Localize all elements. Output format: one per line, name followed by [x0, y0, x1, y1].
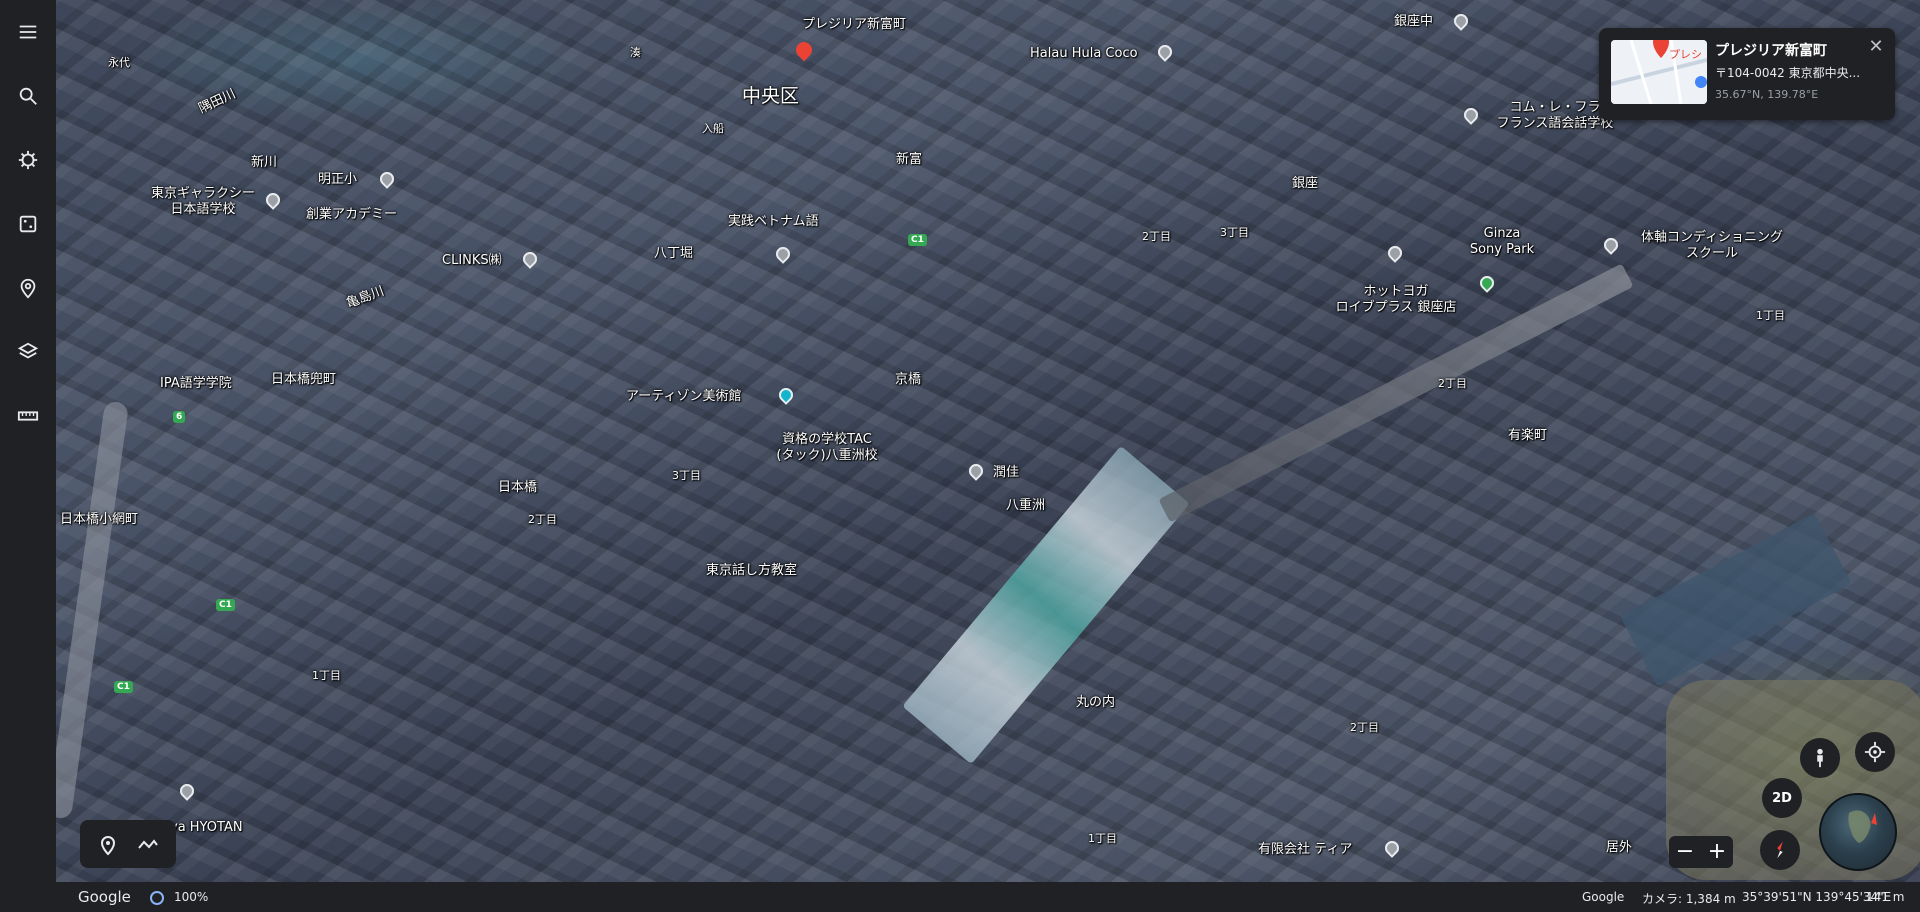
search-button[interactable] [0, 64, 56, 128]
label-3chome-b: 3丁目 [1220, 226, 1249, 239]
random-button[interactable] [0, 192, 56, 256]
location-icon-wrap [1855, 732, 1895, 772]
compass-button[interactable] [1760, 830, 1800, 870]
crosshair-icon [1864, 741, 1886, 763]
loading-indicator-icon [150, 891, 164, 905]
google-logo: Google [78, 888, 131, 906]
label-2chome-d: 2丁目 [1438, 377, 1467, 390]
path-icon [138, 839, 158, 849]
projects-button[interactable] [0, 256, 56, 320]
globe-icon [1819, 793, 1897, 871]
ground-altitude: 141 m [1866, 890, 1905, 904]
pegman-icon-wrap [1800, 738, 1840, 778]
label-1chome-c: 1丁目 [1756, 309, 1785, 322]
label-nihonbashi: 日本橋 [498, 480, 538, 495]
camera-altitude: カメラ: 1,384 m [1642, 892, 1736, 906]
label-soshin: 創業アカデミー [306, 207, 398, 222]
pegman-button[interactable] [1800, 738, 1840, 778]
placemark-icon [100, 836, 116, 856]
label-nihonbashi-kabutocho: 日本橋兜町 [271, 372, 337, 387]
globe-overview[interactable] [1819, 793, 1897, 871]
my-location-button[interactable] [1855, 732, 1895, 772]
route-6-shield: 6 [173, 411, 186, 423]
draw-line-button[interactable] [136, 832, 160, 856]
city-texture [56, 0, 1920, 882]
drawing-tools-panel [80, 820, 176, 868]
label-ginza: 銀座 [1292, 176, 1319, 191]
route-c1-shield: C1 [114, 681, 133, 693]
toggle-2d-button[interactable]: 2D [1762, 778, 1802, 818]
label-yaesu: 八重洲 [1006, 498, 1046, 513]
label-kyobashi: 京橋 [895, 372, 922, 387]
label-yurakucho: 有楽町 [1508, 428, 1548, 443]
voyager-button[interactable] [0, 128, 56, 192]
search-icon [19, 87, 37, 105]
label-tokyo-hanashikata: 東京話し方教室 [706, 563, 798, 578]
place-address: 〒104-0042 東京都中央... [1715, 66, 1861, 80]
menu-button[interactable] [0, 0, 56, 64]
label-hatchobori: 八丁堀 [654, 246, 694, 261]
label-irifune: 入船 [702, 122, 724, 135]
place-coordinates: 35.67°N, 139.78°E [1715, 88, 1819, 101]
add-placemark-button[interactable] [96, 832, 120, 856]
label-2chome-b: 2丁目 [1350, 721, 1379, 734]
label-meishosho: 明正小 [318, 172, 358, 187]
label-ipa: IPA語学学院 [160, 376, 232, 391]
label-hyotan: ya HYOTAN [170, 820, 243, 835]
ruler-icon [17, 411, 39, 421]
menu-icon [19, 25, 37, 39]
label-tiara: 有限会社 ティア [1258, 842, 1353, 857]
close-icon[interactable]: ✕ [1867, 38, 1885, 56]
route-c1-shield: C1 [216, 599, 235, 611]
label-ginza-naka: 銀座中 [1394, 14, 1434, 29]
label-1chome-b: 1丁目 [1088, 832, 1117, 845]
label-jissen-vietnam: 実践ベトナム語 [728, 214, 819, 229]
measure-button[interactable] [0, 384, 56, 448]
zoom-controls: − + [1669, 836, 1733, 868]
label-minato: 湊 [630, 46, 641, 59]
map-style-button[interactable] [0, 320, 56, 384]
label-artizon: アーティゾン美術館 [626, 389, 742, 404]
label-kyogai: 居外 [1606, 840, 1633, 855]
label-shintomi: 新富 [896, 152, 923, 167]
loading-percent: 100% [174, 890, 209, 904]
label-3chome: 3丁目 [672, 469, 701, 482]
label-clinks: CLINKS㈱ [442, 253, 502, 268]
dice-icon [19, 215, 37, 233]
label-2chome-a: 2丁目 [528, 513, 557, 526]
pegman-icon [1817, 748, 1823, 768]
label-ginza-sony: Ginza Sony Park [1469, 226, 1535, 257]
location-pin-icon [20, 278, 36, 299]
label-junka: 潤佳 [993, 465, 1020, 480]
label-chuo-ku: 中央区 [742, 85, 800, 107]
label-marunouchi: 丸の内 [1076, 695, 1116, 710]
label-halau: Halau Hula Coco [1030, 46, 1138, 61]
map-3d-view[interactable]: プレジリア新富町 永代 隅田川 湊 新川 明正小 東京ギャラクシー 日本語学校 創… [56, 0, 1920, 882]
zoom-in-button[interactable]: + [1703, 839, 1731, 865]
route-c1-shield: C1 [908, 234, 927, 246]
toggle-2d-label: 2D [1762, 778, 1802, 818]
label-selected-pin: プレジリア新富町 [802, 17, 907, 32]
place-title: プレジリア新富町 [1715, 43, 1827, 59]
label-tokyo-galaxy: 東京ギャラクシー 日本語学校 [150, 186, 255, 217]
label-taijiku: 体軸コンディショニング スクール [1640, 230, 1784, 261]
label-shinkawa: 新川 [251, 155, 278, 170]
label-2chome-c: 2丁目 [1142, 230, 1171, 243]
voyager-icon [18, 150, 38, 170]
attribution-link[interactable]: Google [1582, 890, 1624, 904]
compass-icon [1777, 841, 1783, 859]
place-thumbnail[interactable]: プレシ [1611, 40, 1707, 104]
label-eitai: 永代 [108, 56, 130, 69]
thumbnail-label: プレシ [1669, 48, 1702, 61]
place-info-card[interactable]: プレシ プレジリア新富町 〒104-0042 東京都中央... 35.67°N,… [1599, 28, 1895, 120]
zoom-out-button[interactable]: − [1671, 839, 1699, 865]
label-hot-yoga: ホットヨガ ロイブプラス 銀座店 [1335, 284, 1457, 315]
status-bar: Google 100% Google カメラ: 1,384 m 35°39'51… [56, 882, 1920, 912]
compass-icon-wrap [1760, 830, 1800, 870]
layers-icon [17, 342, 39, 359]
label-tac: 資格の学校TAC (タック)八重洲校 [776, 432, 878, 463]
label-1chome-a: 1丁目 [312, 669, 341, 682]
sidebar [0, 0, 56, 912]
label-nihonbashi-koamicho: 日本橋小網町 [60, 512, 139, 527]
